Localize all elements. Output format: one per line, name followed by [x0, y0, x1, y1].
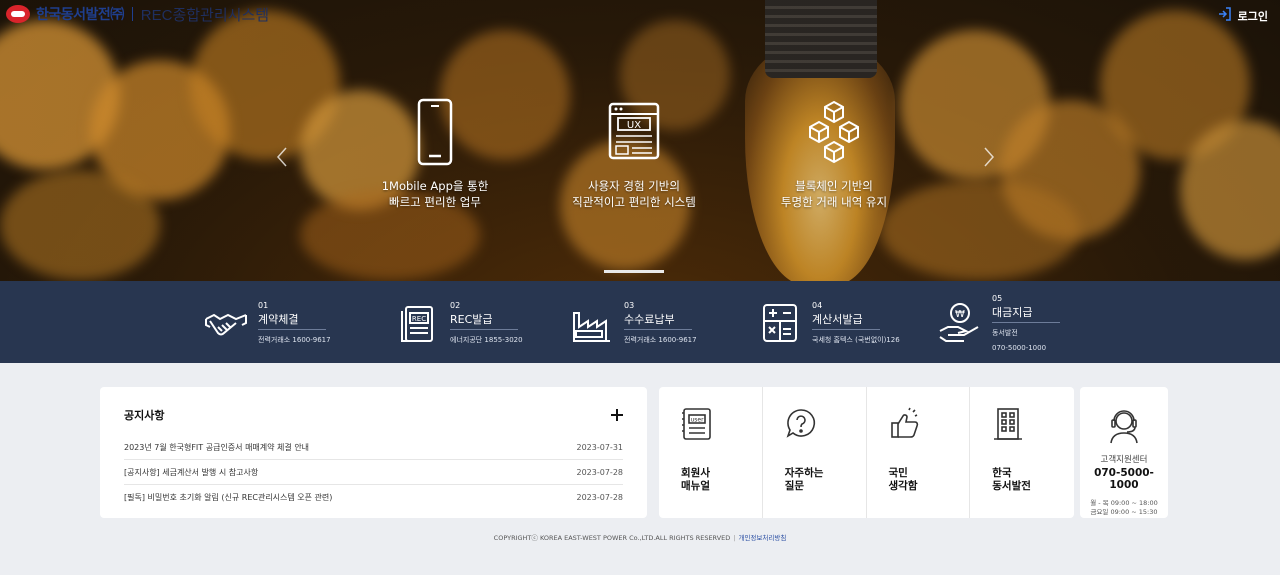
notice-list: 2023년 7월 한국형FIT 공급인증서 매매계약 체결 안내 2023-07…	[124, 435, 623, 510]
customer-support-card: 고객지원센터 070-5000-1000 월 - 목 09:00 ~ 18:00…	[1080, 387, 1168, 518]
feature-ux-system: UX 사용자 경험 기반의 직관적이고 편리한 시스템	[534, 98, 734, 210]
service-title: 수수료납부	[624, 311, 692, 330]
quick-link-member-manual[interactable]: user 회원사 매뉴얼	[659, 387, 763, 518]
company-name: 한국동서발전㈜	[36, 6, 124, 22]
quick-link-label: 한국 동서발전	[992, 467, 1031, 492]
feature-text: 사용자 경험 기반의 직관적이고 편리한 시스템	[572, 179, 696, 209]
notice-item-title: [공지사항] 세금계산서 발행 시 참고사항	[124, 467, 259, 477]
support-phone: 070-5000-1000	[1094, 467, 1154, 491]
quick-link-label: 자주하는 질문	[784, 467, 824, 492]
hero-banner: 한국동서발전㈜ REC종합관리시스템 로그인 1Mobile App을 통한 빠…	[0, 0, 1280, 281]
notice-item-date: 2023-07-31	[576, 442, 624, 452]
factory-icon	[570, 301, 614, 345]
notice-card: 공지사항 2023년 7월 한국형FIT 공급인증서 매매계약 체결 안내 20…	[100, 387, 647, 518]
privacy-policy-link[interactable]: 개인정보처리방침	[738, 534, 786, 542]
service-number: 04	[812, 301, 823, 310]
notice-item-title: [필독] 비밀번호 초기화 알림 (신규 REC관리시스템 오픈 관련)	[124, 493, 333, 502]
slide-next-button[interactable]	[982, 146, 996, 168]
service-contract[interactable]: 01 계약체결 전력거래소 1600-9617	[204, 293, 331, 353]
notice-item[interactable]: [공지사항] 세금계산서 발행 시 참고사항 2023-07-28	[124, 460, 623, 485]
quick-link-faq[interactable]: 자주하는 질문	[763, 387, 867, 518]
thumbs-up-icon	[889, 407, 921, 441]
chevron-left-icon	[276, 147, 287, 167]
service-number: 05	[992, 294, 1003, 303]
login-button[interactable]: 로그인	[1218, 6, 1268, 25]
chevron-right-icon	[984, 147, 995, 167]
question-bubble-icon	[785, 407, 817, 441]
service-number: 01	[258, 301, 269, 310]
quick-link-kewp[interactable]: 한국 동서발전	[970, 387, 1074, 518]
service-contact: 국세청 홈텍스 (국번없이)126	[812, 336, 900, 344]
support-hours-friday: 금요일 09:00 ~ 15:30	[1090, 508, 1158, 516]
quick-links-card: user 회원사 매뉴얼 자주하는 질문 국민 생각함 한국 동서발전	[659, 387, 1074, 518]
user-manual-icon: user	[681, 407, 713, 441]
headset-agent-icon	[1107, 407, 1141, 445]
support-hours-weekday: 월 - 목 09:00 ~ 18:00	[1090, 499, 1158, 507]
service-number: 03	[624, 301, 635, 310]
ux-document-icon: UX	[604, 98, 664, 166]
service-title: 대금지급	[992, 304, 1060, 323]
service-rec-issue[interactable]: REC 02 REC발급 에너지공단 1855-3020	[396, 293, 523, 353]
feature-blockchain: 블록체인 기반의 투명한 거래 내역 유지	[734, 98, 934, 210]
rec-document-icon: REC	[396, 301, 440, 345]
service-contact: 동서발전	[992, 329, 1018, 337]
company-logo-icon	[6, 5, 30, 23]
notice-item[interactable]: 2023년 7월 한국형FIT 공급인증서 매매계약 체결 안내 2023-07…	[124, 435, 623, 460]
service-contact: 전력거래소 1600-9617	[624, 336, 697, 344]
service-invoice[interactable]: 04 계산서발급 국세청 홈텍스 (국번없이)126	[758, 293, 900, 353]
svg-text:user: user	[690, 417, 704, 424]
notice-item[interactable]: [필독] 비밀번호 초기화 알림 (신규 REC관리시스템 오픈 관련) 202…	[124, 485, 623, 510]
footer: COPYRIGHTⓒ KOREA EAST-WEST POWER Co.,LTD…	[0, 532, 1280, 542]
feature-text: 1Mobile App을 통한 빠르고 편리한 업무	[381, 179, 489, 209]
service-fee-payment[interactable]: 03 수수료납부 전력거래소 1600-9617	[570, 293, 697, 353]
building-icon	[992, 407, 1024, 441]
notice-item-date: 2023-07-28	[576, 493, 624, 502]
quick-link-label: 국민 생각함	[888, 467, 918, 492]
notice-item-date: 2023-07-28	[576, 467, 624, 477]
svg-text:₩: ₩	[955, 309, 965, 320]
quick-link-label: 회원사 매뉴얼	[681, 467, 710, 492]
won-hand-icon: ₩	[938, 301, 982, 345]
quick-link-people-idea[interactable]: 국민 생각함	[867, 387, 971, 518]
slide-prev-button[interactable]	[275, 146, 289, 168]
feature-mobile-app: 1Mobile App을 통한 빠르고 편리한 업무	[335, 98, 535, 210]
service-payment[interactable]: ₩ 05 대금지급 동서발전 070-5000-1000	[938, 293, 1060, 353]
service-title: 계산서발급	[812, 311, 880, 330]
footer-divider: |	[733, 534, 736, 542]
service-number: 02	[450, 301, 461, 310]
smartphone-icon	[405, 98, 465, 166]
service-title: 계약체결	[258, 311, 326, 330]
notice-title: 공지사항	[124, 409, 165, 422]
svg-text:UX: UX	[627, 120, 641, 131]
calculator-icon	[758, 301, 802, 345]
slide-indicator[interactable]	[604, 270, 664, 273]
service-phone: 070-5000-1000	[992, 344, 1047, 352]
brand-divider	[131, 7, 133, 21]
service-contact: 전력거래소 1600-9617	[258, 336, 331, 344]
brand-logo-link[interactable]: 한국동서발전㈜ REC종합관리시스템	[6, 4, 269, 24]
plus-icon[interactable]	[611, 409, 623, 421]
feature-text: 블록체인 기반의 투명한 거래 내역 유지	[780, 179, 888, 209]
service-contact: 에너지공단 1855-3020	[450, 336, 523, 344]
service-process-bar: 01 계약체결 전력거래소 1600-9617 REC 02 REC발급 에너지…	[0, 281, 1280, 363]
footer-copyright: COPYRIGHTⓒ KOREA EAST-WEST POWER Co.,LTD…	[493, 534, 731, 542]
login-icon	[1218, 6, 1232, 25]
service-title: REC발급	[450, 311, 518, 330]
support-title: 고객지원센터	[1100, 455, 1148, 465]
system-name: REC종합관리시스템	[140, 6, 270, 24]
login-label: 로그인	[1237, 9, 1268, 23]
handshake-icon	[204, 301, 248, 345]
notice-item-title: 2023년 7월 한국형FIT 공급인증서 매매계약 체결 안내	[124, 442, 310, 452]
svg-text:REC: REC	[412, 315, 426, 323]
blockchain-cubes-icon	[804, 98, 864, 166]
